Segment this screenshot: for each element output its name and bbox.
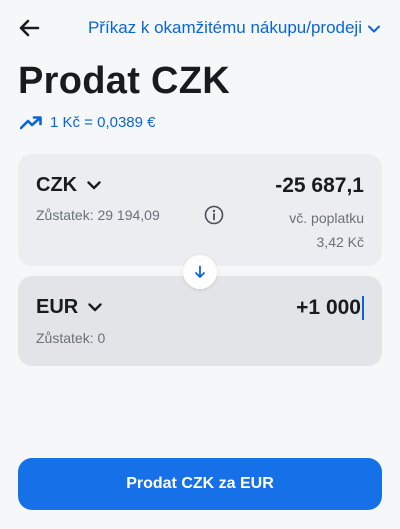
chevron-down-icon <box>87 181 101 190</box>
text-caret <box>362 296 364 320</box>
fee-value: 3,42 Kč <box>316 234 364 250</box>
sell-balance: Zůstatek: 29 194,09 <box>36 207 160 223</box>
fee-label: vč. poplatku <box>289 210 364 226</box>
sell-submit-button[interactable]: Prodat CZK za EUR <box>18 458 382 510</box>
back-arrow-icon <box>19 19 40 37</box>
exchange-rate-text: 1 Kč = 0,0389 € <box>50 114 156 131</box>
page-title: Prodat CZK <box>18 60 230 102</box>
exchange-rate[interactable]: 1 Kč = 0,0389 € <box>20 114 156 131</box>
order-type-label: Příkaz k okamžitému nákupu/prodeji <box>87 18 362 37</box>
buy-currency-card[interactable]: EUR Zůstatek: 0 +1 000 <box>18 276 382 366</box>
sell-currency-card[interactable]: CZK Zůstatek: 29 194,09 -25 687,1 vč. po… <box>18 154 382 266</box>
back-button[interactable] <box>16 14 44 42</box>
top-bar: Příkaz k okamžitému nákupu/prodeji <box>0 10 400 46</box>
fee-note: vč. poplatku 3,42 Kč <box>289 206 364 254</box>
trend-up-icon <box>20 115 42 129</box>
sell-currency-selector[interactable]: CZK <box>36 174 101 197</box>
swap-direction-button[interactable] <box>183 255 217 289</box>
buy-currency-code: EUR <box>36 296 79 318</box>
chevron-down-icon <box>368 25 380 33</box>
chevron-down-icon <box>88 303 102 312</box>
buy-amount-input[interactable]: +1 000 <box>296 296 364 320</box>
buy-currency-selector[interactable]: EUR <box>36 296 102 319</box>
sell-currency-code: CZK <box>36 174 78 196</box>
arrow-down-icon <box>195 265 205 278</box>
info-icon[interactable] <box>204 205 224 225</box>
sell-amount[interactable]: -25 687,1 <box>275 174 364 198</box>
order-type-dropdown[interactable]: Příkaz k okamžitému nákupu/prodeji <box>88 18 380 38</box>
buy-balance: Zůstatek: 0 <box>36 330 106 346</box>
buy-amount: +1 000 <box>296 296 361 319</box>
